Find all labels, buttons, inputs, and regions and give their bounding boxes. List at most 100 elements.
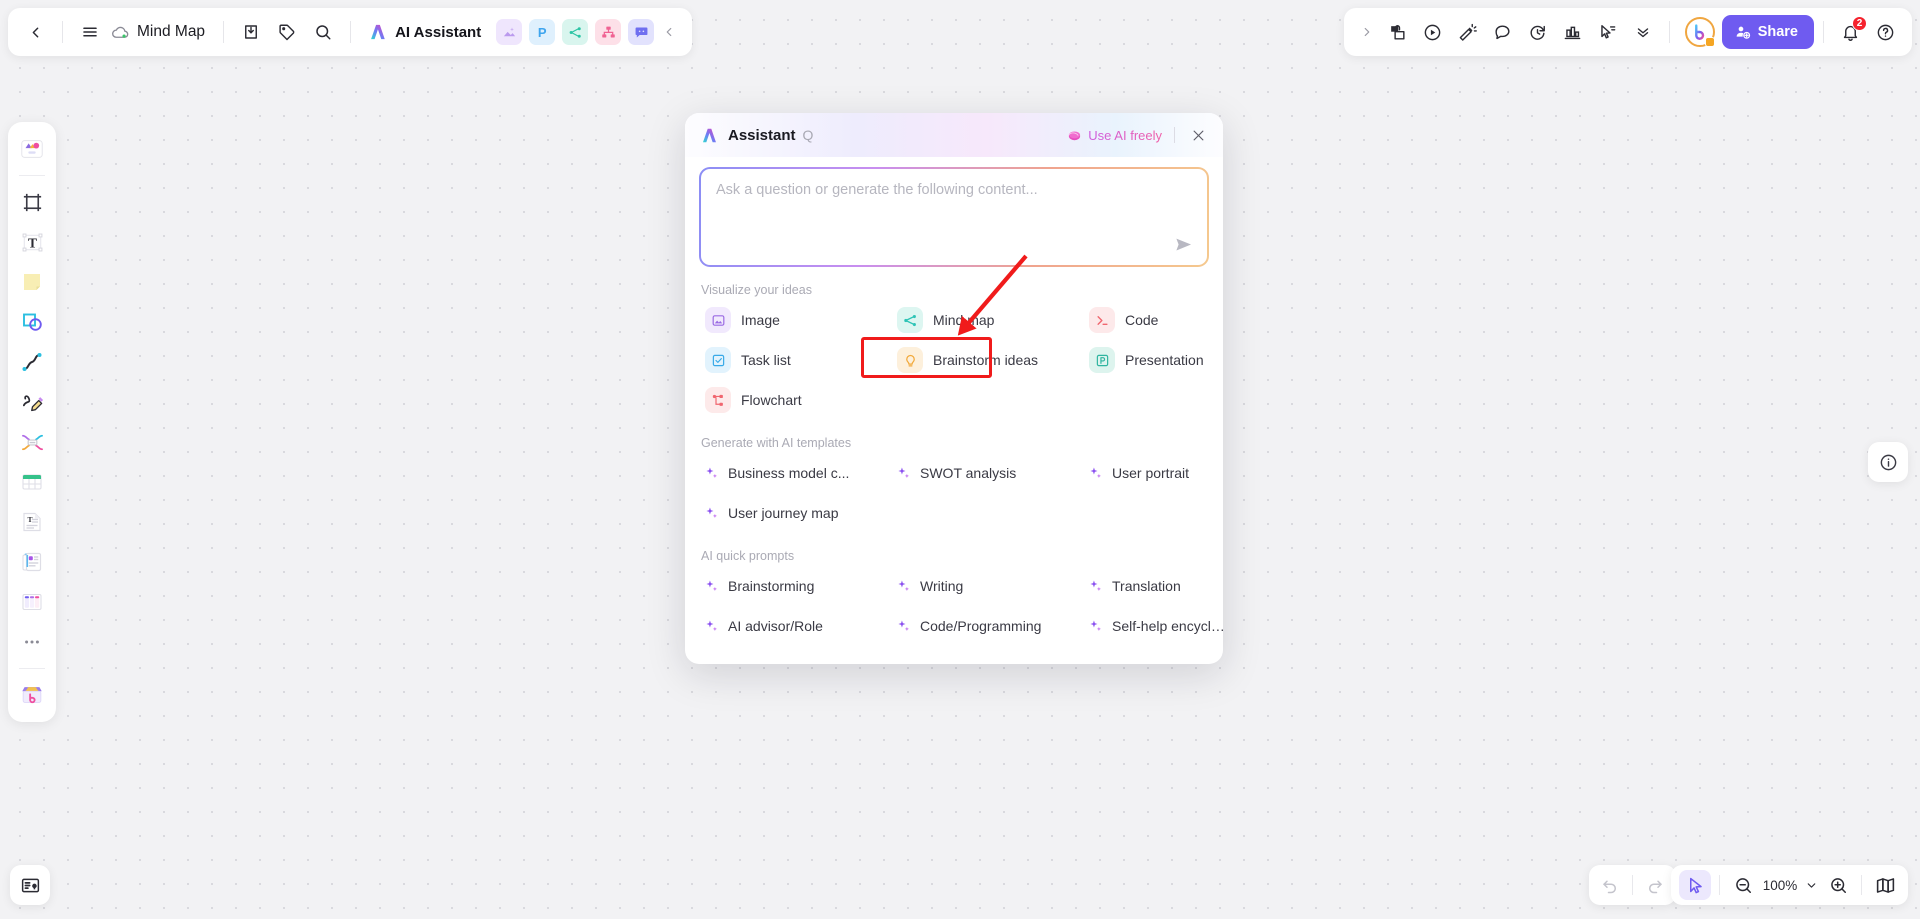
sidebar-item-text[interactable]: T [12, 223, 52, 261]
send-button[interactable] [1171, 232, 1195, 256]
ai-logo-icon [369, 22, 389, 42]
sidebar-item-templates[interactable] [12, 130, 52, 168]
sidebar-item-mindmap[interactable] [12, 423, 52, 461]
prompt-code-programming[interactable]: Code/Programming [889, 606, 1081, 646]
sidebar-item-frame[interactable] [12, 183, 52, 221]
template-label: SWOT analysis [920, 465, 1017, 481]
divider [1632, 875, 1633, 895]
sparkle-icon [1089, 619, 1103, 633]
sidebar-item-pen[interactable] [12, 383, 52, 421]
slides-button[interactable] [10, 865, 50, 905]
notification-badge: 2 [1852, 16, 1867, 31]
vote-chart-icon[interactable] [1556, 15, 1590, 49]
chevrons-down-icon[interactable] [1626, 15, 1660, 49]
info-button[interactable] [1868, 442, 1908, 482]
sidebar-item-shapes[interactable] [12, 303, 52, 341]
minimap-button[interactable] [1870, 870, 1900, 900]
timer-icon[interactable] [1521, 15, 1555, 49]
dialog-title-badge: Q [802, 127, 814, 143]
prompt-writing[interactable]: Writing [889, 566, 1081, 606]
option-presentation[interactable]: Presentation [1081, 340, 1223, 380]
cursor-list-icon[interactable] [1591, 15, 1625, 49]
template-user-journey-map[interactable]: User journey map [697, 493, 889, 533]
close-button[interactable] [1187, 124, 1209, 146]
app-canvas[interactable]: Mind Map AI Assistant P Share 2 T T 100%… [0, 0, 1920, 919]
prompt-label: Brainstorming [728, 578, 815, 594]
zoom-out-button[interactable] [1728, 870, 1758, 900]
sidebar-item-document[interactable]: T [12, 503, 52, 541]
section-title-templates: Generate with AI templates [701, 436, 852, 450]
template-label: Business model c... [728, 465, 850, 481]
undo-button[interactable] [1595, 870, 1625, 900]
image-app-icon[interactable] [496, 19, 523, 45]
zoom-in-button[interactable] [1823, 870, 1853, 900]
divider [223, 21, 225, 43]
share-button[interactable]: Share [1721, 15, 1814, 49]
option-label: Flowchart [741, 392, 802, 408]
lock-page-icon[interactable] [1381, 15, 1415, 49]
hamburger-menu-button[interactable] [73, 15, 107, 49]
sidebar-item-connector[interactable] [12, 343, 52, 381]
expand-toolbar-button[interactable] [1354, 15, 1380, 49]
ai-assistant-button[interactable]: AI Assistant [361, 15, 489, 49]
prompt-translation[interactable]: Translation [1081, 566, 1223, 606]
divider [1668, 21, 1670, 43]
option-code[interactable]: Code [1081, 300, 1223, 340]
template-business-model-canvas[interactable]: Business model c... [697, 453, 889, 493]
sidebar-item-cards[interactable] [12, 543, 52, 581]
comment-bubble-icon[interactable] [1486, 15, 1520, 49]
option-brainstorm-ideas[interactable]: Brainstorm ideas [889, 340, 1081, 380]
template-user-portrait[interactable]: User portrait [1081, 453, 1223, 493]
cloud-saved-icon [111, 23, 130, 42]
avatar[interactable] [1684, 17, 1715, 47]
ai-assistant-label: AI Assistant [395, 23, 482, 41]
sparkle-icon [705, 506, 719, 520]
presentation-app-icon[interactable]: P [529, 19, 556, 45]
announce-icon[interactable] [1451, 15, 1485, 49]
flowchart-app-icon[interactable] [595, 19, 622, 45]
notifications-button[interactable]: 2 [1833, 15, 1867, 49]
zoom-dropdown-button[interactable] [1802, 870, 1820, 900]
play-circle-icon[interactable] [1416, 15, 1450, 49]
comment-app-icon[interactable] [628, 19, 655, 45]
option-flowchart[interactable]: Flowchart [697, 380, 889, 420]
prompt-label: Writing [920, 578, 964, 594]
dialog-header: Assistant Q Use AI freely [685, 113, 1223, 157]
sidebar-item-more[interactable] [12, 623, 52, 661]
divider [1861, 875, 1862, 895]
sidebar-item-app-store[interactable] [12, 676, 52, 714]
document-title-button[interactable]: Mind Map [109, 23, 213, 42]
sidebar-item-kanban[interactable] [12, 583, 52, 621]
lightbulb-icon [897, 347, 923, 373]
section-title-visualize: Visualize your ideas [701, 283, 812, 297]
option-mind-map[interactable]: Mind map [889, 300, 1081, 340]
ai-prompt-placeholder: Ask a question or generate the following… [716, 182, 1038, 198]
sparkle-icon [705, 619, 719, 633]
option-label: Image [741, 312, 780, 328]
mindmap-app-icon[interactable] [562, 19, 589, 45]
collapse-apps-button[interactable] [656, 15, 682, 49]
divider [62, 21, 63, 43]
sidebar-item-sticky-note[interactable] [12, 263, 52, 301]
option-image[interactable]: Image [697, 300, 889, 340]
prompt-self-help-encyclopedia[interactable]: Self-help encyclo... [1081, 606, 1223, 646]
template-label: User portrait [1112, 465, 1190, 481]
search-button[interactable] [306, 15, 340, 49]
template-label: User journey map [728, 505, 839, 521]
sidebar-item-table[interactable] [12, 463, 52, 501]
cursor-tool-button[interactable] [1679, 870, 1711, 900]
export-button[interactable] [234, 15, 268, 49]
ai-templates-grid: Business model c... SWOT analysis User p… [685, 453, 1223, 533]
zoom-level-label[interactable]: 100% [1761, 878, 1799, 893]
tag-button[interactable] [270, 15, 304, 49]
share-label: Share [1757, 24, 1798, 40]
redo-button[interactable] [1640, 870, 1670, 900]
ai-prompt-input[interactable]: Ask a question or generate the following… [701, 169, 1207, 265]
back-button[interactable] [18, 15, 52, 49]
use-ai-freely-link[interactable]: Use AI freely [1067, 128, 1162, 143]
help-button[interactable] [1868, 15, 1902, 49]
prompt-ai-advisor-role[interactable]: AI advisor/Role [697, 606, 889, 646]
template-swot-analysis[interactable]: SWOT analysis [889, 453, 1081, 493]
prompt-brainstorming[interactable]: Brainstorming [697, 566, 889, 606]
option-task-list[interactable]: Task list [697, 340, 889, 380]
